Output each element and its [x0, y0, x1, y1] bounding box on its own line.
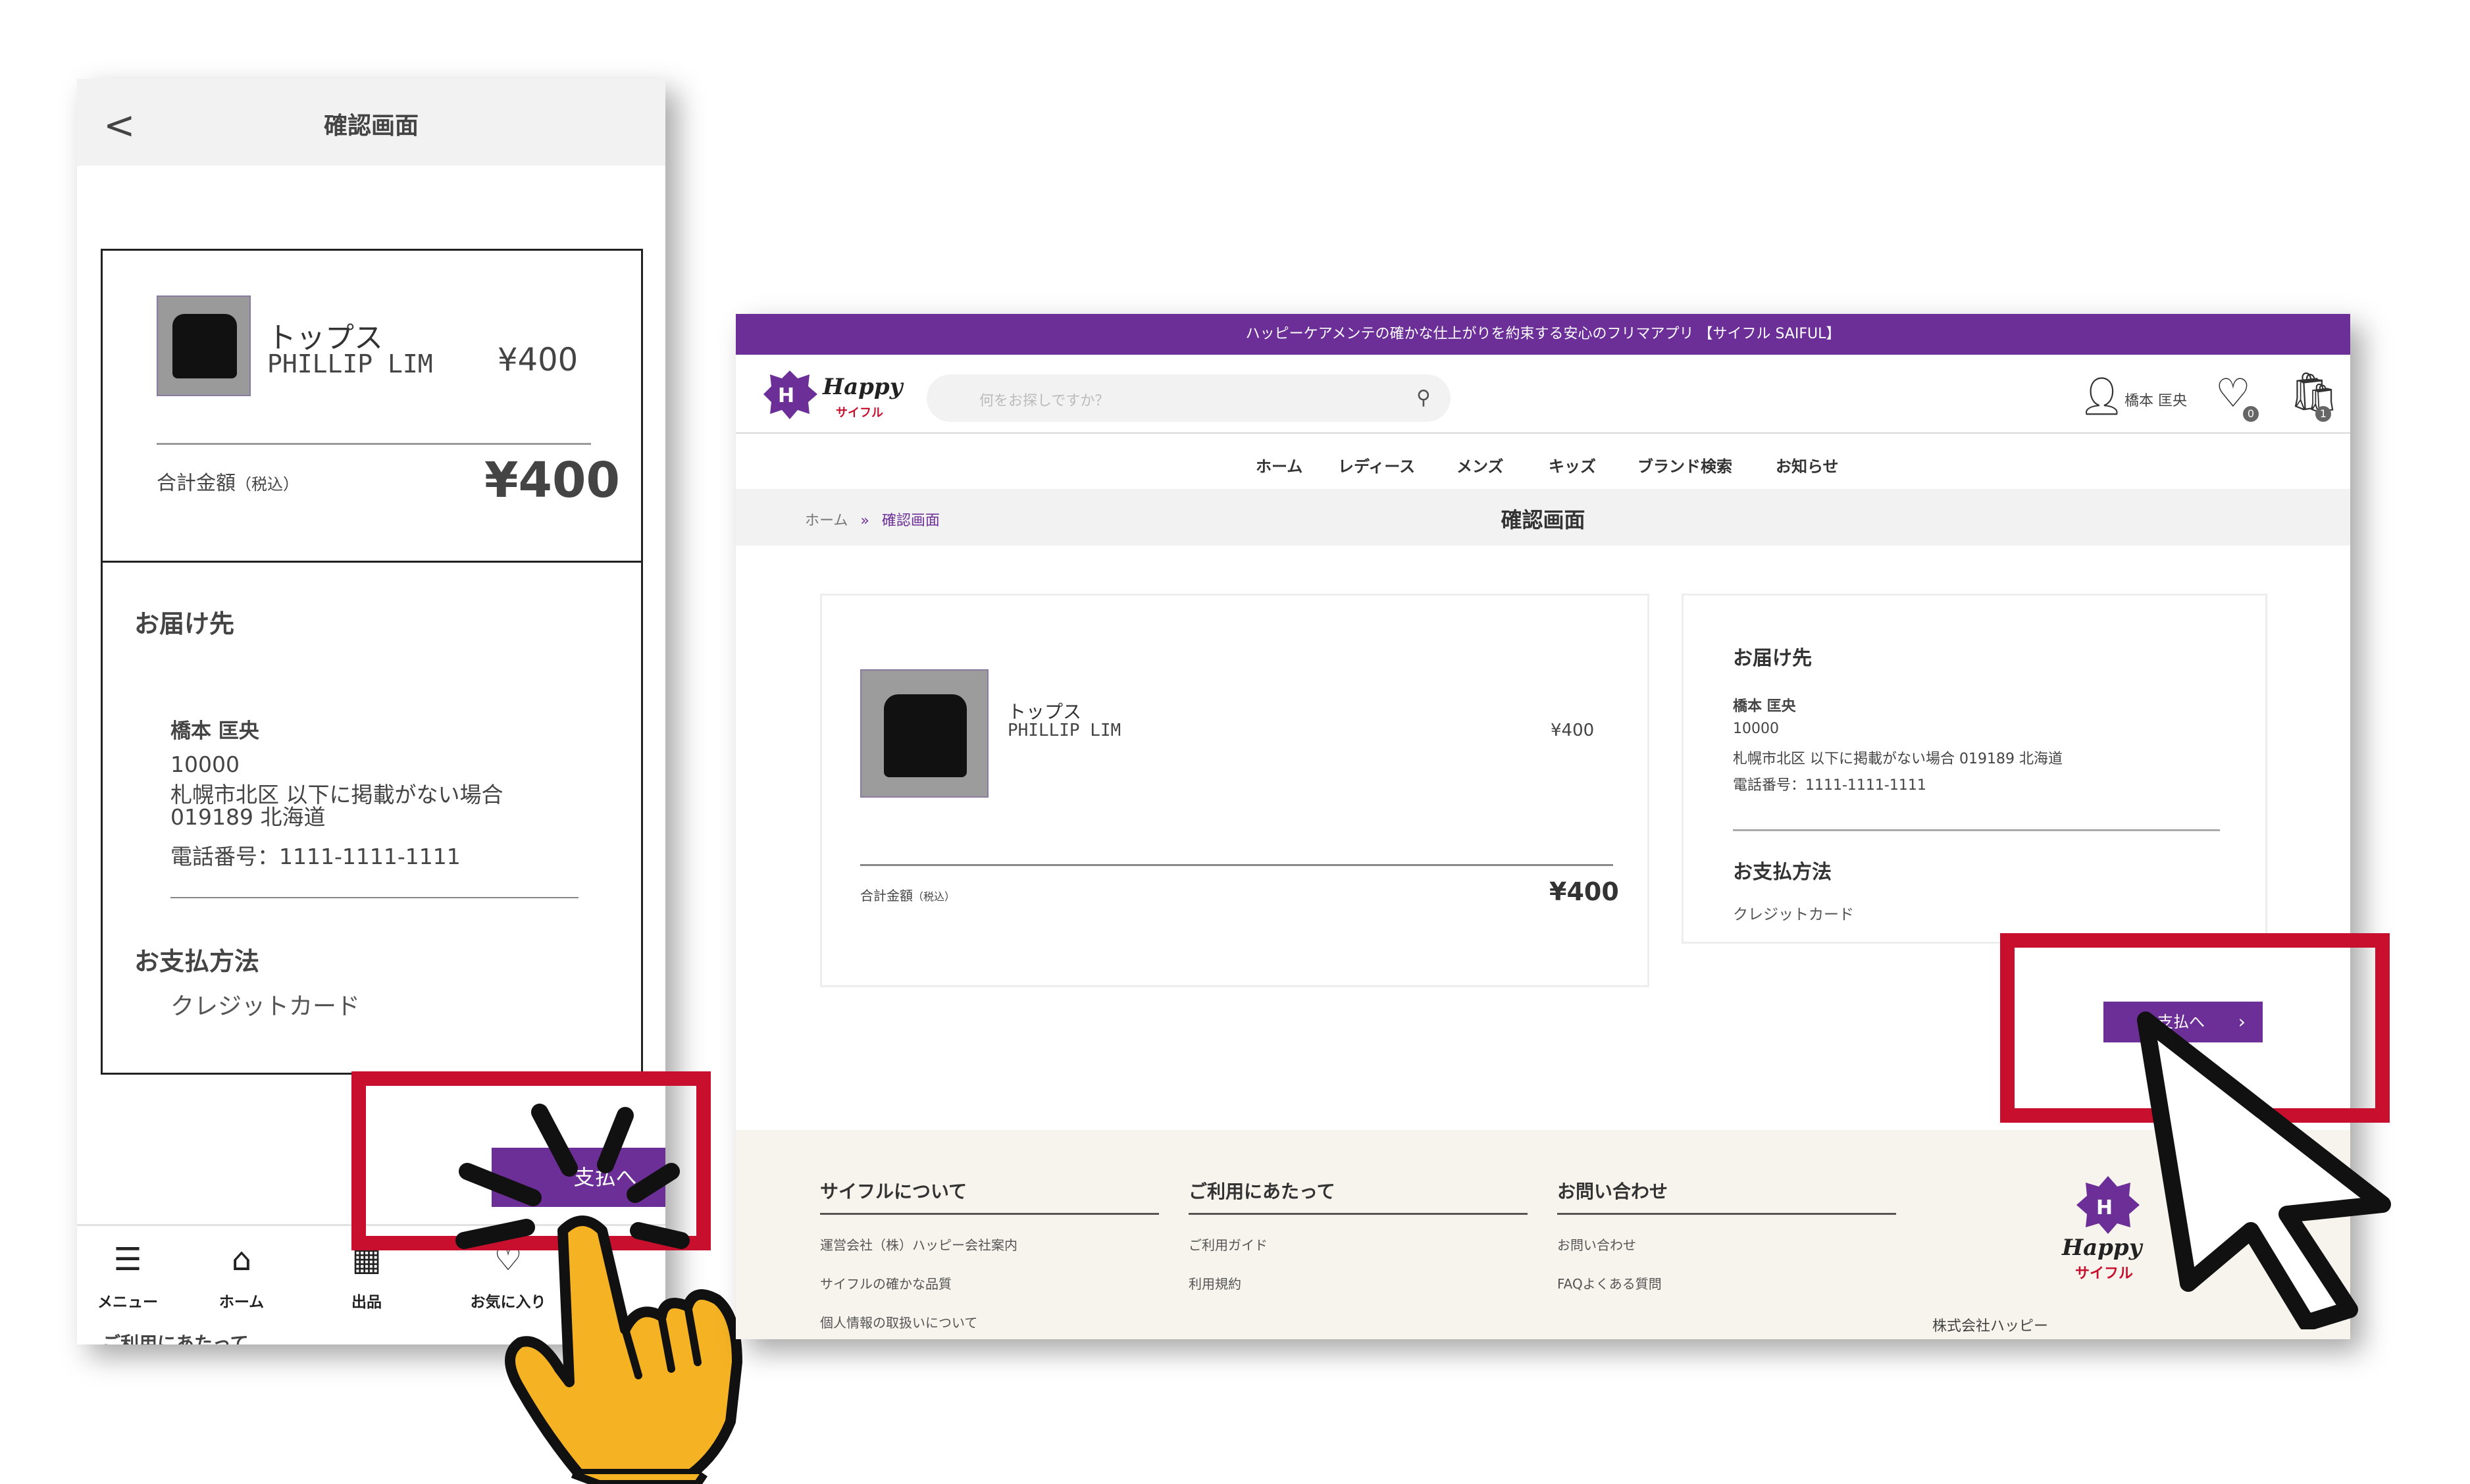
divider — [860, 864, 1613, 866]
user-name[interactable]: 橋本 匡央 — [2124, 389, 2187, 410]
logo-text: Happy — [822, 374, 904, 400]
total-label: 合計金額（税込） — [860, 885, 955, 904]
payment-title: お支払方法 — [134, 947, 260, 976]
nav-kids[interactable]: キッズ — [1549, 453, 1596, 476]
search-bar[interactable]: 何をお探しですか？ ⚲ — [927, 374, 1451, 422]
footer-link[interactable]: お問い合わせ — [1557, 1235, 1896, 1254]
address-line2: 019189 北海道 — [170, 804, 326, 830]
footer-link[interactable]: 運営会社（株）ハッピー会社案内 — [820, 1235, 1159, 1254]
product-brand: PHILLIP LIM — [267, 349, 433, 378]
home-icon: ⌂ — [231, 1241, 252, 1278]
address: 札幌市北区 以下に掲載がない場合 019189 北海道 — [1733, 751, 2063, 767]
total-label: 合計金額（税込） — [157, 467, 299, 496]
favorites-badge: 0 — [2243, 406, 2259, 422]
cart-badge: 1 — [2315, 406, 2331, 422]
menu-icon: ☰ — [113, 1241, 142, 1278]
shipping-title: お届け先 — [1733, 647, 1812, 670]
product-image — [157, 295, 251, 396]
top-banner: ハッピーケアメンテの確かな仕上がりを約束する安心のフリマアプリ 【サイフル SA… — [736, 314, 2350, 355]
nav-news[interactable]: お知らせ — [1776, 453, 1839, 476]
site-header: H Happy サイフル 何をお探しですか？ ⚲ 👤︎ 橋本 匡央 ♡ 0 🛍︎… — [736, 355, 2350, 434]
total-label-text: 合計金額 — [157, 472, 236, 495]
footer-link[interactable]: FAQよくある質問 — [1557, 1273, 1896, 1292]
phone-number: 電話番号：1111-1111-1111 — [1733, 777, 1926, 794]
desktop-screen: ハッピーケアメンテの確かな仕上がりを約束する安心のフリマアプリ 【サイフル SA… — [736, 314, 2350, 1339]
product-image — [860, 669, 989, 798]
footer-col-title: サイフルについて — [820, 1177, 1159, 1215]
total-value: ¥400 — [484, 452, 620, 509]
footer-link[interactable]: 個人情報の取扱いについて — [820, 1312, 1159, 1331]
footer-col-title: お問い合わせ — [1557, 1177, 1896, 1215]
total-value: ¥400 — [1549, 877, 1619, 906]
user-icon[interactable]: 👤︎ — [2078, 374, 2125, 418]
postal-code: 10000 — [1733, 721, 1779, 737]
product-name: トップス — [1008, 701, 1082, 723]
cursor-arrow-icon — [2137, 1011, 2391, 1329]
nav-mens[interactable]: メンズ — [1456, 453, 1504, 476]
nav-home-label: ホーム — [219, 1294, 265, 1311]
tax-note: （税込） — [236, 475, 299, 494]
nav-menu-label: メニュー — [97, 1294, 158, 1311]
nav-sell-label: 出品 — [351, 1294, 382, 1311]
shipping-title: お届け先 — [134, 609, 235, 638]
nav-home[interactable]: ⌂ ホーム — [192, 1239, 291, 1312]
phone-number: 電話番号：1111-1111-1111 — [170, 844, 461, 869]
product-price: ¥400 — [498, 342, 579, 378]
site-footer: サイフルについて 運営会社（株）ハッピー会社案内 サイフルの確かな品質 個人情報… — [736, 1130, 2350, 1339]
nav-home[interactable]: ホーム — [1256, 453, 1302, 476]
footer-link[interactable]: サイフルの確かな品質 — [820, 1273, 1159, 1292]
footer-link[interactable]: ご利用ガイド — [1189, 1235, 1528, 1254]
mobile-header: < 確認画面 — [77, 79, 665, 166]
shipping-payment-card: お届け先 橋本 匡央 10000 札幌市北区 以下に掲載がない場合 019189… — [101, 563, 643, 1075]
footer-col-about: サイフルについて 運営会社（株）ハッピー会社案内 サイフルの確かな品質 個人情報… — [820, 1177, 1159, 1331]
happy-logo[interactable]: H Happy サイフル — [763, 365, 915, 426]
svg-text:H: H — [2096, 1196, 2113, 1219]
order-summary-card: トップス PHILLIP LIM ¥400 合計金額（税込） ¥400 — [820, 594, 1649, 987]
postal-code: 10000 — [170, 752, 240, 777]
cart-bag-icon[interactable]: 🛍︎ — [2289, 369, 2339, 416]
total-label-text: 合計金額 — [860, 888, 913, 904]
svg-text:H: H — [778, 384, 794, 407]
divider — [170, 897, 579, 898]
shipping-payment-card: お届け先 橋本 匡央 10000 札幌市北区 以下に掲載がない場合 019189… — [1682, 594, 2267, 944]
nav-ladies[interactable]: レディース — [1338, 453, 1415, 476]
recipient-name: 橋本 匡央 — [1733, 698, 1796, 715]
logo-subtext: サイフル — [836, 406, 883, 420]
footer-col-title: ご利用にあたって — [1189, 1177, 1528, 1215]
page-title: 確認画面 — [1501, 507, 1585, 532]
main-nav: ホーム レディース メンズ キッズ ブランド検索 お知らせ — [736, 434, 2350, 490]
footer-link[interactable]: 利用規約 — [1189, 1273, 1528, 1292]
payment-method: クレジットカード — [170, 993, 361, 1020]
recipient-name: 橋本 匡央 — [170, 719, 259, 743]
payment-method: クレジットカード — [1733, 906, 1854, 923]
address-line1: 札幌市北区 以下に掲載がない場合 — [170, 782, 503, 807]
page-title: 確認画面 — [323, 113, 419, 140]
company-name: 株式会社ハッピー — [1932, 1318, 2049, 1335]
tax-note: （税込） — [913, 890, 956, 903]
divider — [1733, 829, 2220, 831]
footer-col-usage: ご利用にあたって ご利用ガイド 利用規約 — [1189, 1177, 1528, 1292]
payment-title: お支払方法 — [1733, 861, 1832, 884]
nav-brand-search[interactable]: ブランド検索 — [1637, 453, 1732, 476]
breadcrumb-bar: ホーム » 確認画面 確認画面 — [736, 489, 2350, 546]
product-brand: PHILLIP LIM — [1008, 721, 1121, 740]
footer-logo-subtext: サイフル — [2075, 1266, 2133, 1282]
product-price: ¥400 — [1551, 721, 1595, 740]
search-icon[interactable]: ⚲ — [1416, 386, 1431, 409]
footer-logo-text: Happy — [2061, 1235, 2144, 1261]
search-placeholder: 何をお探しですか？ — [979, 393, 1110, 409]
divider — [157, 443, 591, 445]
below-fold-heading: ご利用にあたって — [102, 1333, 249, 1344]
order-summary-card: トップス PHILLIP LIM ¥400 合計金額（税込） ¥400 — [101, 249, 643, 563]
footer-col-contact: お問い合わせ お問い合わせ FAQよくある質問 — [1557, 1177, 1896, 1292]
nav-menu[interactable]: ☰ メニュー — [78, 1239, 177, 1312]
